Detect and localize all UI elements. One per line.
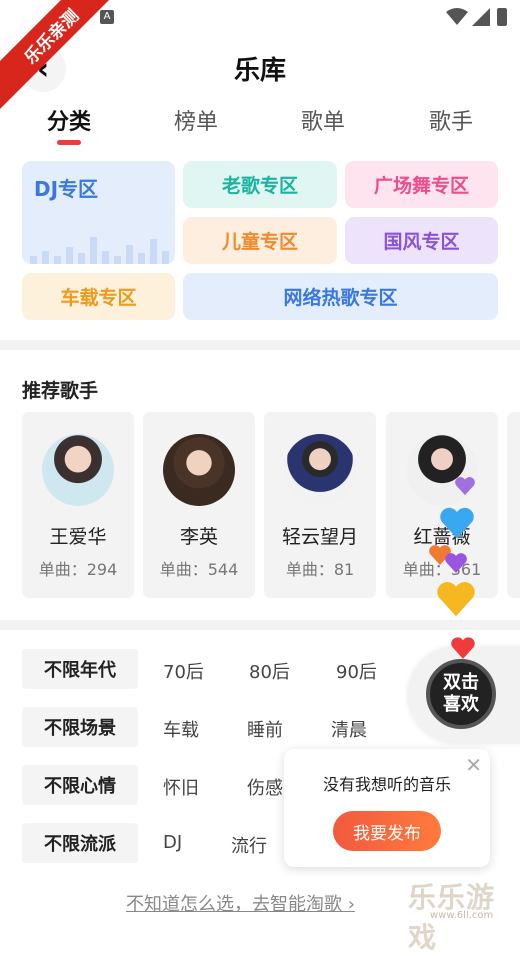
request-music-popup: ✕ 没有我想听的音乐 我要发布 <box>284 749 490 867</box>
filter-option[interactable]: 怀旧 <box>163 774 199 800</box>
section-divider <box>0 340 520 350</box>
tab-playlists[interactable]: 歌单 <box>301 104 345 136</box>
filter-year[interactable]: 不限年代 <box>22 649 138 689</box>
category-car[interactable]: 车载专区 <box>22 273 175 320</box>
publish-button[interactable]: 我要发布 <box>333 811 441 851</box>
filter-option[interactable]: 80后 <box>249 658 290 684</box>
avatar <box>284 434 356 506</box>
category-guofeng[interactable]: 国风专区 <box>345 217 498 264</box>
battery-icon <box>497 8 507 26</box>
watermark-url: www.6ll.com <box>430 910 494 921</box>
filter-mood[interactable]: 不限心情 <box>22 765 138 805</box>
category-children[interactable]: 儿童专区 <box>183 217 337 264</box>
tab-charts[interactable]: 榜单 <box>174 104 218 136</box>
like-float: 双击 喜欢 <box>408 646 520 742</box>
filter-option[interactable]: 睡前 <box>247 716 283 742</box>
singer-card[interactable]: 王爱华 单曲：294 <box>22 412 134 598</box>
heart-icon <box>451 637 475 659</box>
singer-song-count: 单曲：544 <box>159 560 239 579</box>
singer-card[interactable]: 轻云望月 单曲：81 <box>264 412 376 598</box>
avatar <box>42 434 114 506</box>
heart-icon <box>455 477 475 496</box>
category-label: DJ专区 <box>34 177 99 201</box>
singer-song-count: 单曲：294 <box>38 560 118 579</box>
avatar <box>163 434 235 506</box>
filter-scene[interactable]: 不限场景 <box>22 707 138 747</box>
smart-search-link[interactable]: 不知道怎么选，去智能淘歌 › <box>126 890 355 916</box>
category-hot-songs[interactable]: 网络热歌专区 <box>183 273 498 320</box>
filter-option[interactable]: 车载 <box>163 716 199 742</box>
filter-option[interactable]: DJ <box>163 832 182 853</box>
singer-name: 轻云望月 <box>281 526 358 548</box>
singer-name: 王爱华 <box>49 526 107 548</box>
double-tap-like-button[interactable]: 双击 喜欢 <box>426 659 496 729</box>
section-divider <box>0 620 520 630</box>
section-title: 推荐歌手 <box>22 380 99 402</box>
filter-option[interactable]: 清晨 <box>331 716 367 742</box>
like-label-line1: 双击 <box>443 672 479 693</box>
singer-song-count: 单曲：81 <box>285 560 355 579</box>
filter-genre[interactable]: 不限流派 <box>22 823 138 863</box>
singer-card[interactable]: 李英 单曲：544 <box>143 412 255 598</box>
singer-name: 李英 <box>179 526 218 548</box>
active-tab-indicator <box>57 140 81 145</box>
tab-category[interactable]: 分类 <box>47 104 91 136</box>
notification-icon: A <box>100 10 114 24</box>
category-dj[interactable]: DJ专区 <box>22 161 175 264</box>
filter-option[interactable]: 90后 <box>336 658 377 684</box>
heart-icon <box>437 582 475 617</box>
header: ‹ 乐库 <box>0 34 520 100</box>
popup-text: 没有我想听的音乐 <box>322 775 451 794</box>
heart-icon <box>440 507 474 539</box>
signal-icon <box>472 8 490 26</box>
category-oldies[interactable]: 老歌专区 <box>183 161 337 208</box>
tab-singers[interactable]: 歌手 <box>429 104 473 136</box>
filter-option[interactable]: 流行 <box>231 832 267 858</box>
like-label-line2: 喜欢 <box>443 694 479 715</box>
category-square-dance[interactable]: 广场舞专区 <box>345 161 498 208</box>
filter-option[interactable]: 70后 <box>163 658 204 684</box>
heart-icon <box>445 553 467 573</box>
singer-card[interactable]: 红蔷薇 单曲：361 <box>386 412 498 598</box>
wifi-icon <box>446 8 468 25</box>
equalizer-icon <box>30 237 169 264</box>
singer-card-partial[interactable] <box>507 412 520 598</box>
page-title: 乐库 <box>233 56 286 86</box>
filter-option[interactable]: 伤感 <box>247 774 283 800</box>
